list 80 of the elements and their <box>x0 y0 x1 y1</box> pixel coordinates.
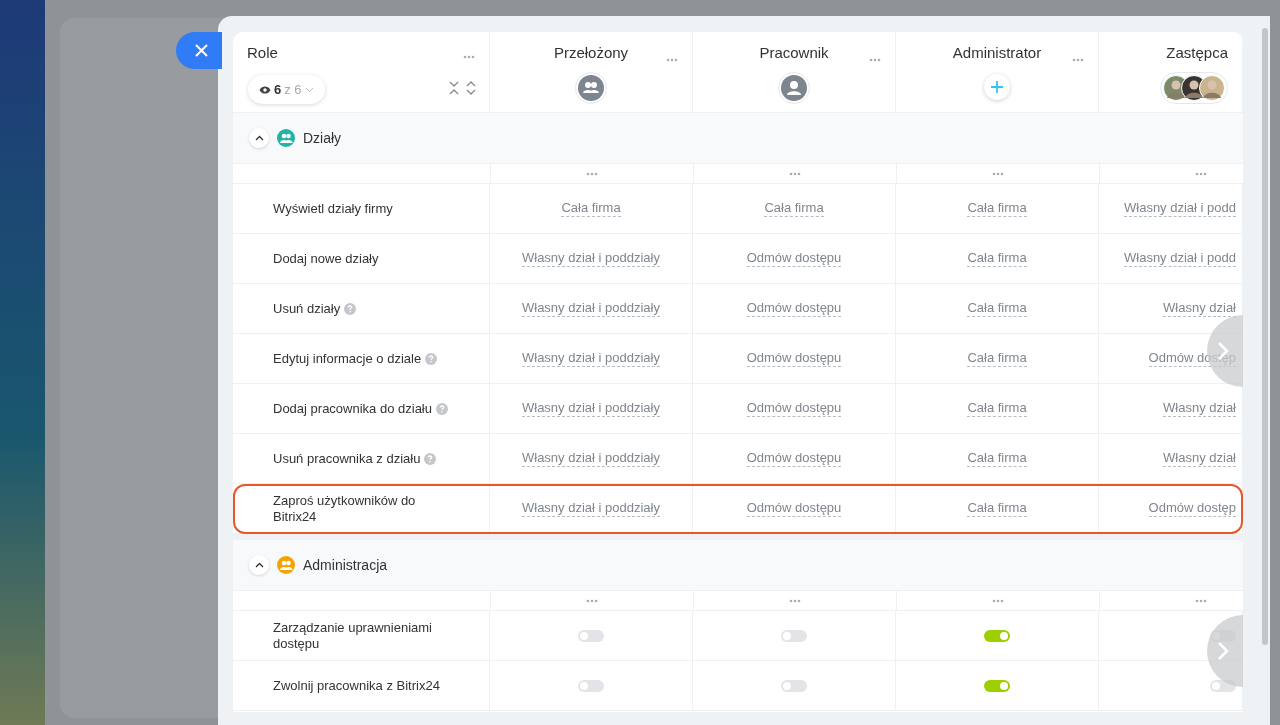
close-icon <box>194 44 208 57</box>
eye-icon <box>259 85 271 94</box>
row-label: Usuń działy <box>273 300 341 317</box>
access-dropdown[interactable]: Cała firma <box>967 449 1027 468</box>
row-label: Usuń pracownika z działu <box>273 450 421 467</box>
access-dropdown[interactable]: Odmów dostępu <box>746 349 842 368</box>
role-filter-dropdown[interactable]: 6 z 6 <box>248 75 325 104</box>
access-dropdown[interactable]: Własny dział i podd <box>1124 249 1236 268</box>
close-button[interactable] <box>176 32 222 69</box>
access-dropdown[interactable]: Cała firma <box>967 349 1027 368</box>
access-dropdown[interactable]: Własny dział i podd <box>1124 199 1236 218</box>
more-icon[interactable] <box>586 598 598 603</box>
access-dropdown[interactable]: Cała firma <box>967 299 1027 318</box>
access-dropdown[interactable]: Odmów dostępu <box>746 499 842 518</box>
row-label: Dodaj pracownika do działu <box>273 400 432 417</box>
help-icon[interactable] <box>436 402 448 415</box>
access-dropdown[interactable]: Cała firma <box>967 399 1027 418</box>
access-dropdown[interactable]: Własny dział i poddziały <box>522 299 660 318</box>
more-icon[interactable] <box>1072 57 1084 62</box>
more-icon[interactable] <box>869 57 881 62</box>
access-dropdown[interactable]: Cała firma <box>967 249 1027 268</box>
column-title: Pracownik <box>759 43 829 63</box>
access-dropdown[interactable]: Własny dział i poddziały <box>522 499 660 518</box>
row-label: Zwolnij pracownika z Bitrix24 <box>273 677 440 694</box>
chevron-down-icon <box>304 86 314 93</box>
chevron-right-icon <box>1217 641 1229 661</box>
row-label: Dodaj nowe działy <box>273 250 379 267</box>
group-title: Administracja <box>303 555 388 575</box>
row-label: Edytuj informacje o dziale <box>273 350 422 367</box>
access-dropdown[interactable]: Odmów dostęp <box>1148 499 1236 518</box>
more-icon[interactable] <box>992 171 1004 176</box>
access-dropdown[interactable]: Własny dział <box>1163 399 1236 418</box>
access-dropdown[interactable]: Własny dział <box>1163 449 1236 468</box>
row-label: Zaproś użytkowników do Bitrix24 <box>273 492 417 525</box>
column-title: Role <box>247 43 278 63</box>
access-dropdown[interactable]: Cała firma <box>561 199 621 218</box>
avatar-icon <box>1199 74 1225 101</box>
access-dropdown[interactable]: Cała firma <box>967 199 1027 218</box>
chevron-icon <box>254 562 264 568</box>
collapse-icon[interactable] <box>449 81 459 95</box>
column-title: Administrator <box>952 43 1042 63</box>
access-dropdown[interactable]: Odmów dostępu <box>746 449 842 468</box>
column-title: Zastępca <box>1166 43 1228 63</box>
more-icon[interactable] <box>1195 598 1207 603</box>
access-dropdown[interactable]: Cała firma <box>967 499 1027 518</box>
collapse-button[interactable] <box>249 555 269 575</box>
group-title: Działy <box>303 128 342 148</box>
access-dropdown[interactable]: Własny dział i poddziały <box>522 349 660 368</box>
more-icon[interactable] <box>463 54 475 59</box>
add-button[interactable] <box>984 73 1010 100</box>
access-dropdown[interactable]: Odmów dostępu <box>746 249 842 268</box>
toggle-switch[interactable] <box>984 629 1010 642</box>
more-icon[interactable] <box>789 171 801 176</box>
toggle-switch[interactable] <box>984 679 1010 692</box>
help-icon[interactable] <box>344 302 357 315</box>
access-dropdown[interactable]: Cała firma <box>764 199 824 218</box>
collapse-button[interactable] <box>249 128 269 148</box>
scrollbar[interactable] <box>1262 28 1268 645</box>
help-icon[interactable] <box>424 452 437 465</box>
toggle-switch[interactable] <box>578 629 604 642</box>
plus-icon <box>991 80 1003 93</box>
access-dropdown[interactable]: Odmów dostępu <box>746 399 842 418</box>
chevron-icon <box>254 135 264 141</box>
access-dropdown[interactable]: Własny dział i poddziały <box>522 399 660 418</box>
more-icon[interactable] <box>1195 171 1207 176</box>
toggle-switch[interactable] <box>781 679 807 692</box>
help-icon[interactable] <box>425 352 438 365</box>
access-dropdown[interactable]: Własny dział i poddziały <box>522 449 660 468</box>
toggle-switch[interactable] <box>578 679 604 692</box>
row-label: Zarządzanie uprawnieniami dostępu <box>273 619 433 652</box>
row-label: Wyświetl działy firmy <box>273 200 393 217</box>
expand-icon[interactable] <box>466 81 476 95</box>
column-title: Przełożony <box>553 43 629 63</box>
more-icon[interactable] <box>586 171 598 176</box>
more-icon[interactable] <box>789 598 801 603</box>
access-dropdown[interactable]: Odmów dostępu <box>746 299 842 318</box>
toggle-switch[interactable] <box>781 629 807 642</box>
more-icon[interactable] <box>992 598 1004 603</box>
access-dropdown[interactable]: Własny dział i poddziały <box>522 249 660 268</box>
more-icon[interactable] <box>666 57 678 62</box>
